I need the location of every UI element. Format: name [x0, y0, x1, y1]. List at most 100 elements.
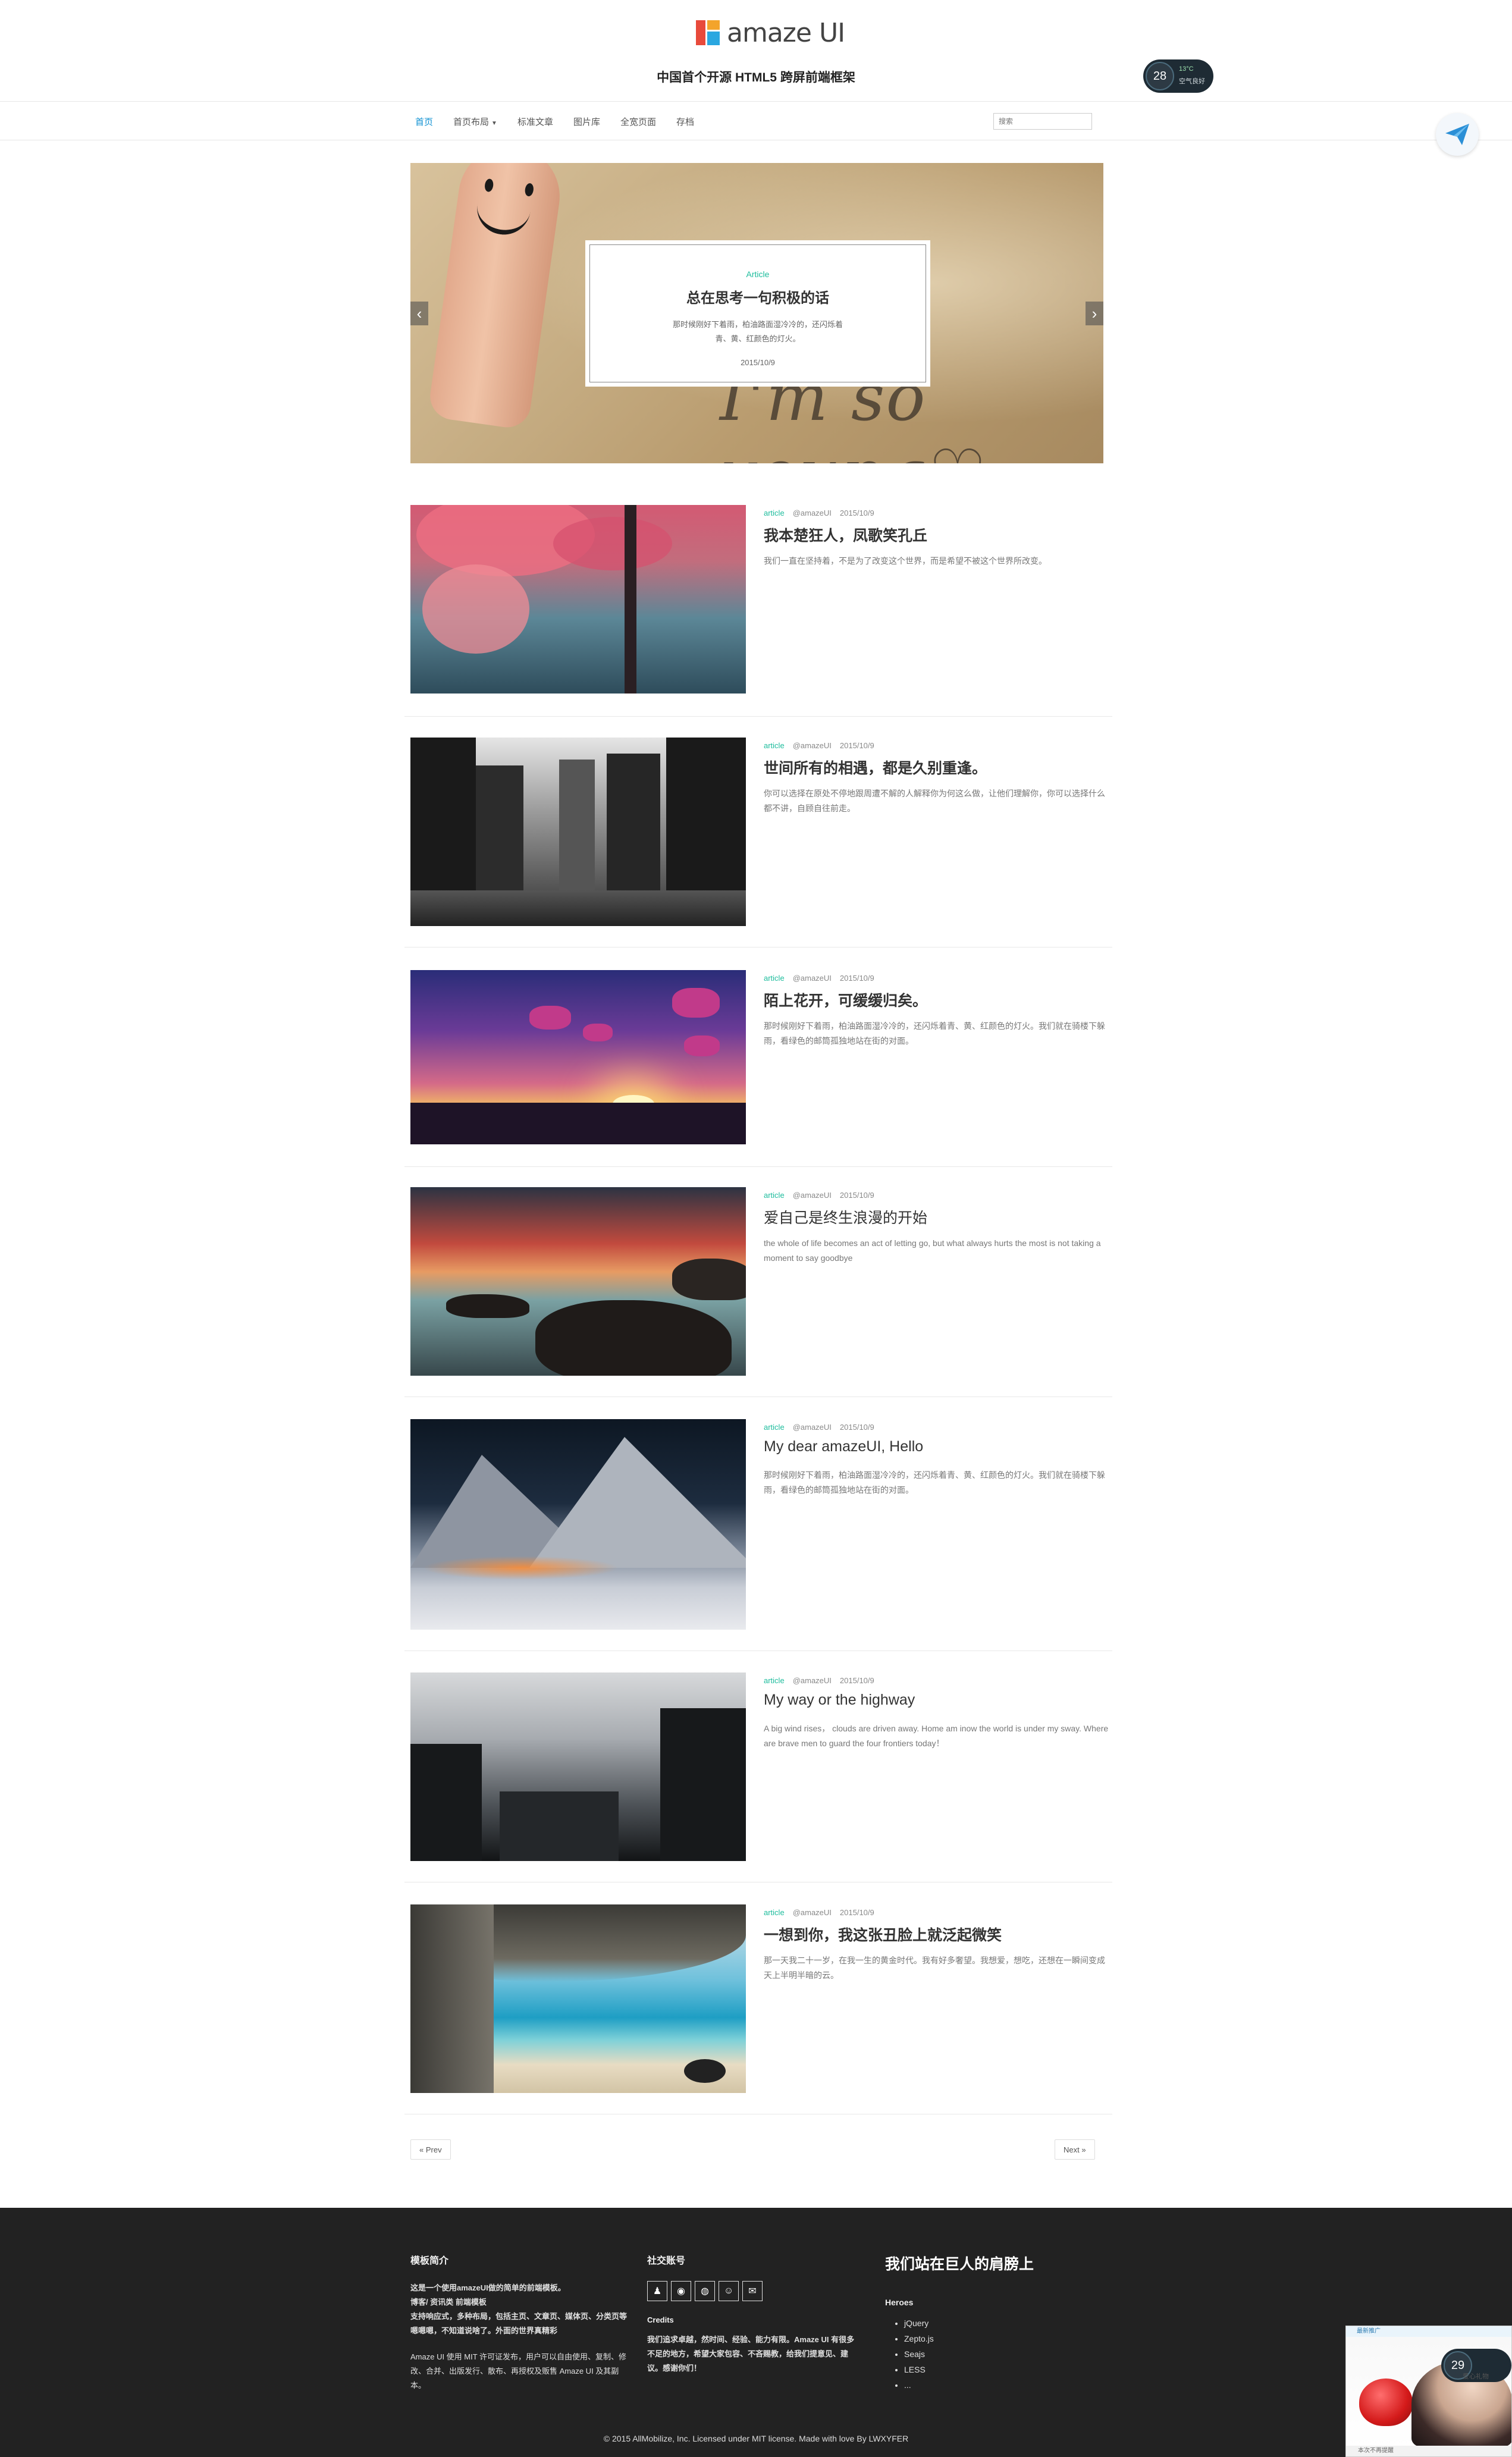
footer-heroes: 我们站在巨人的肩膀上 Heroes jQuery Zepto.js Seajs …	[885, 2252, 1111, 2393]
article-author: @amazeUI	[792, 509, 832, 517]
article-meta: article @amazeUI 2015/10/9	[764, 1423, 874, 1432]
article-meta: article @amazeUI 2015/10/9	[764, 974, 874, 983]
social-icons: ♟ ◉ ◍ ☺ ✉	[647, 2281, 861, 2301]
article-date: 2015/10/9	[839, 1191, 874, 1200]
ad-close-checkbox[interactable]: 本次不再提醒	[1346, 2446, 1511, 2456]
article-thumbnail[interactable]	[410, 970, 746, 1144]
article-date: 2015/10/9	[839, 974, 874, 983]
article-item: article @amazeUI 2015/10/9 陌上花开，可缓缓归矣。 那时候…	[404, 970, 1112, 1167]
article-thumbnail[interactable]	[410, 1904, 746, 2093]
article-thumbnail[interactable]	[410, 738, 746, 926]
article-desc: A big wind rises， clouds are driven away…	[764, 1724, 1109, 1748]
article-category[interactable]: article	[764, 509, 785, 517]
footer-social-title: 社交账号	[647, 2256, 686, 2266]
article-category[interactable]: article	[764, 1191, 785, 1200]
article-author: @amazeUI	[792, 1423, 832, 1432]
next-page-button[interactable]: Next »	[1055, 2139, 1095, 2160]
article-category[interactable]: article	[764, 1423, 785, 1432]
nav-list: 首页 首页布局 ▼ 标准文章 图片库 全宽页面 存档	[415, 102, 714, 141]
slide-desc: 那时候刚好下着雨，柏油路面湿冷冷的，还闪烁着青、黄、红颜色的灯火。	[672, 320, 843, 343]
weather-quality: 13°C	[1179, 65, 1194, 73]
article-thumbnail[interactable]	[410, 1187, 746, 1376]
article-category[interactable]: article	[764, 1908, 785, 1917]
prev-page-button[interactable]: « Prev	[410, 2139, 451, 2160]
article-item: article @amazeUI 2015/10/9 My way or the h…	[404, 1672, 1112, 1882]
hero-item[interactable]: LESS	[904, 2362, 1111, 2377]
article-author: @amazeUI	[792, 1676, 832, 1685]
heart-icon	[1359, 2378, 1413, 2426]
nav-item-label: 首页布局	[453, 117, 490, 127]
reddit-icon[interactable]: ☺	[719, 2281, 739, 2301]
article-title[interactable]: My way or the highway	[764, 1692, 915, 1709]
bird-icon	[1445, 124, 1469, 145]
article-thumbnail[interactable]	[410, 1672, 746, 1861]
site-footer: 模板简介 这是一个使用amazeUI做的简单的前端模板。 博客/ 资讯类 前端模…	[0, 2208, 1512, 2457]
site-logo[interactable]: amaze UI	[696, 18, 845, 48]
slide-prev-button[interactable]: ‹	[410, 302, 428, 325]
article-item: article @amazeUI 2015/10/9 我本楚狂人，凤歌笑孔丘 我们一…	[404, 505, 1112, 717]
article-title[interactable]: 陌上花开，可缓缓归矣。	[764, 989, 927, 1011]
slide-next-button[interactable]: ›	[1086, 302, 1103, 325]
search-input[interactable]	[993, 113, 1092, 130]
article-category[interactable]: article	[764, 741, 785, 750]
nav-item-gallery[interactable]: 图片库	[573, 115, 600, 128]
site-header: amaze UI 中国首个开源 HTML5 跨屏前端框架 28 13°C 空气良…	[0, 0, 1512, 101]
ad-top-label: 最新推广	[1346, 2326, 1511, 2337]
weather-widget[interactable]: 28 13°C 空气良好	[1143, 59, 1213, 93]
slide-tag: Article	[746, 269, 770, 279]
floating-ad[interactable]: 最新推广 29 爱心礼物 本次不再提醒	[1345, 2326, 1512, 2457]
nav-item-layouts[interactable]: 首页布局 ▼	[453, 115, 497, 128]
article-title[interactable]: 我本楚狂人，凤歌笑孔丘	[764, 524, 927, 545]
article-category[interactable]: article	[764, 1676, 785, 1685]
article-author: @amazeUI	[792, 1191, 832, 1200]
hero-item[interactable]: Seajs	[904, 2346, 1111, 2362]
github-icon[interactable]: ◉	[671, 2281, 691, 2301]
article-desc: 我们一直在坚持着，不是为了改变这个世界，而是希望不被这个世界所改变。	[764, 556, 1047, 566]
slide-date: 2015/10/9	[741, 358, 775, 367]
article-thumbnail[interactable]	[410, 505, 746, 694]
hero-item[interactable]: ...	[904, 2377, 1111, 2393]
credits-text: 我们追求卓越，然时间、经验、能力有限。Amaze UI 有很多不足的地方，希望大…	[647, 2335, 855, 2373]
article-date: 2015/10/9	[839, 1676, 874, 1685]
article-meta: article @amazeUI 2015/10/9	[764, 509, 874, 517]
slide-title[interactable]: 总在思考一句积极的话	[587, 286, 928, 307]
ad-image[interactable]: 29 爱心礼物	[1346, 2337, 1511, 2447]
article-desc: 那一天我二十一岁，在我一生的黄金时代。我有好多奢望。我想爱，想吃，还想在一瞬间变…	[764, 1956, 1105, 1980]
nav-item-standard-article[interactable]: 标准文章	[517, 115, 553, 128]
slide-caption-card[interactable]: Article 总在思考一句积极的话 那时候刚好下着雨，柏油路面湿冷冷的，还闪烁…	[585, 240, 930, 387]
qq-icon[interactable]: ♟	[647, 2281, 667, 2301]
heroes-title: Heroes	[885, 2298, 914, 2307]
article-desc: 那时候刚好下着雨，柏油路面湿冷冷的，还闪烁着青、黄、红颜色的灯火。我们就在骑楼下…	[764, 1021, 1105, 1046]
article-title[interactable]: 世间所有的相遇，都是久别重逢。	[764, 757, 987, 778]
weixin-icon[interactable]: ✉	[742, 2281, 763, 2301]
article-date: 2015/10/9	[839, 1423, 874, 1432]
hero-slider: I'm so young♡ ‹ › Article 总在思考一句积极的话 那时候…	[410, 163, 1103, 463]
article-item: article @amazeUI 2015/10/9 My dear amazeUI…	[404, 1419, 1112, 1651]
article-title[interactable]: 爱自己是终生浪漫的开始	[764, 1206, 927, 1228]
article-desc: 你可以选择在原处不停地跟周遭不解的人解释你为何这么做，让他们理解你，你可以选择什…	[764, 789, 1105, 813]
article-author: @amazeUI	[792, 1908, 832, 1917]
article-author: @amazeUI	[792, 741, 832, 750]
ad-text: 爱心礼物	[1463, 2373, 1489, 2380]
hero-item[interactable]: jQuery	[904, 2315, 1111, 2331]
article-thumbnail[interactable]	[410, 1419, 746, 1630]
footer-about-title: 模板简介	[410, 2256, 449, 2266]
giants-title: 我们站在巨人的肩膀上	[885, 2256, 1034, 2273]
article-title[interactable]: 一想到你，我这张丑脸上就泛起微笑	[764, 1923, 1002, 1945]
article-date: 2015/10/9	[839, 741, 874, 750]
site-tagline: 中国首个开源 HTML5 跨屏前端框架	[657, 71, 855, 84]
caret-down-icon: ▼	[491, 120, 497, 127]
article-category[interactable]: article	[764, 974, 785, 983]
nav-item-home[interactable]: 首页	[415, 115, 433, 128]
article-meta: article @amazeUI 2015/10/9	[764, 1676, 874, 1685]
weibo-icon[interactable]: ◍	[695, 2281, 715, 2301]
article-meta: article @amazeUI 2015/10/9	[764, 741, 874, 750]
hero-item[interactable]: Zepto.js	[904, 2331, 1111, 2346]
nav-item-fullwidth[interactable]: 全宽页面	[620, 115, 656, 128]
article-date: 2015/10/9	[839, 1908, 874, 1917]
nav-item-archive[interactable]: 存档	[676, 115, 694, 128]
float-bird-button[interactable]	[1436, 113, 1479, 156]
footer-about: 模板简介 这是一个使用amazeUI做的简单的前端模板。 博客/ 资讯类 前端模…	[410, 2252, 630, 2393]
article-author: @amazeUI	[792, 974, 832, 983]
article-title[interactable]: My dear amazeUI, Hello	[764, 1438, 923, 1455]
